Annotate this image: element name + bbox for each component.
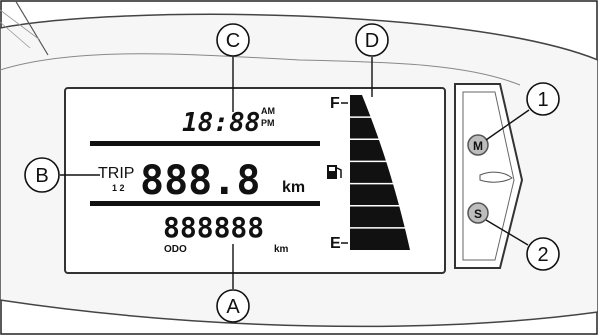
odometer-label: ODO — [164, 244, 187, 255]
clock-readout: 18:88 — [182, 108, 260, 138]
mode-button-label: M — [473, 139, 483, 153]
svg-text:D: D — [365, 30, 379, 52]
instrument-cluster-diagram: 18:88 AM PM TRIP 1 2 888.8 km 888888 ODO… — [0, 0, 598, 335]
svg-text:C: C — [226, 30, 240, 52]
mode-button[interactable]: M — [467, 134, 489, 156]
svg-text:1: 1 — [537, 89, 548, 111]
trip-unit: km — [282, 179, 305, 196]
callout-d: D — [355, 23, 389, 57]
callout-a: A — [216, 289, 250, 323]
trip-readout: 888.8 — [140, 158, 260, 204]
callout-c: C — [216, 23, 250, 57]
divider-upper — [90, 141, 320, 146]
fuel-full-label: F — [330, 95, 340, 112]
callout-2: 2 — [526, 237, 560, 271]
svg-text:2: 2 — [537, 244, 548, 266]
svg-text:B: B — [35, 165, 48, 187]
diagram-canvas: 18:88 AM PM TRIP 1 2 888.8 km 888888 ODO… — [0, 0, 598, 335]
trip-selector: 1 2 — [112, 183, 125, 193]
fuel-empty-label: E — [330, 235, 341, 252]
odometer-unit: km — [274, 244, 289, 255]
callout-1: 1 — [526, 82, 560, 116]
am-indicator: AM — [261, 106, 275, 116]
set-button[interactable]: S — [467, 202, 489, 224]
svg-text:A: A — [226, 296, 240, 318]
set-button-label: S — [474, 207, 482, 221]
callout-b: B — [24, 157, 60, 193]
odometer-readout: 888888 — [163, 211, 264, 244]
trip-label: TRIP — [98, 165, 134, 182]
pm-indicator: PM — [261, 118, 275, 128]
